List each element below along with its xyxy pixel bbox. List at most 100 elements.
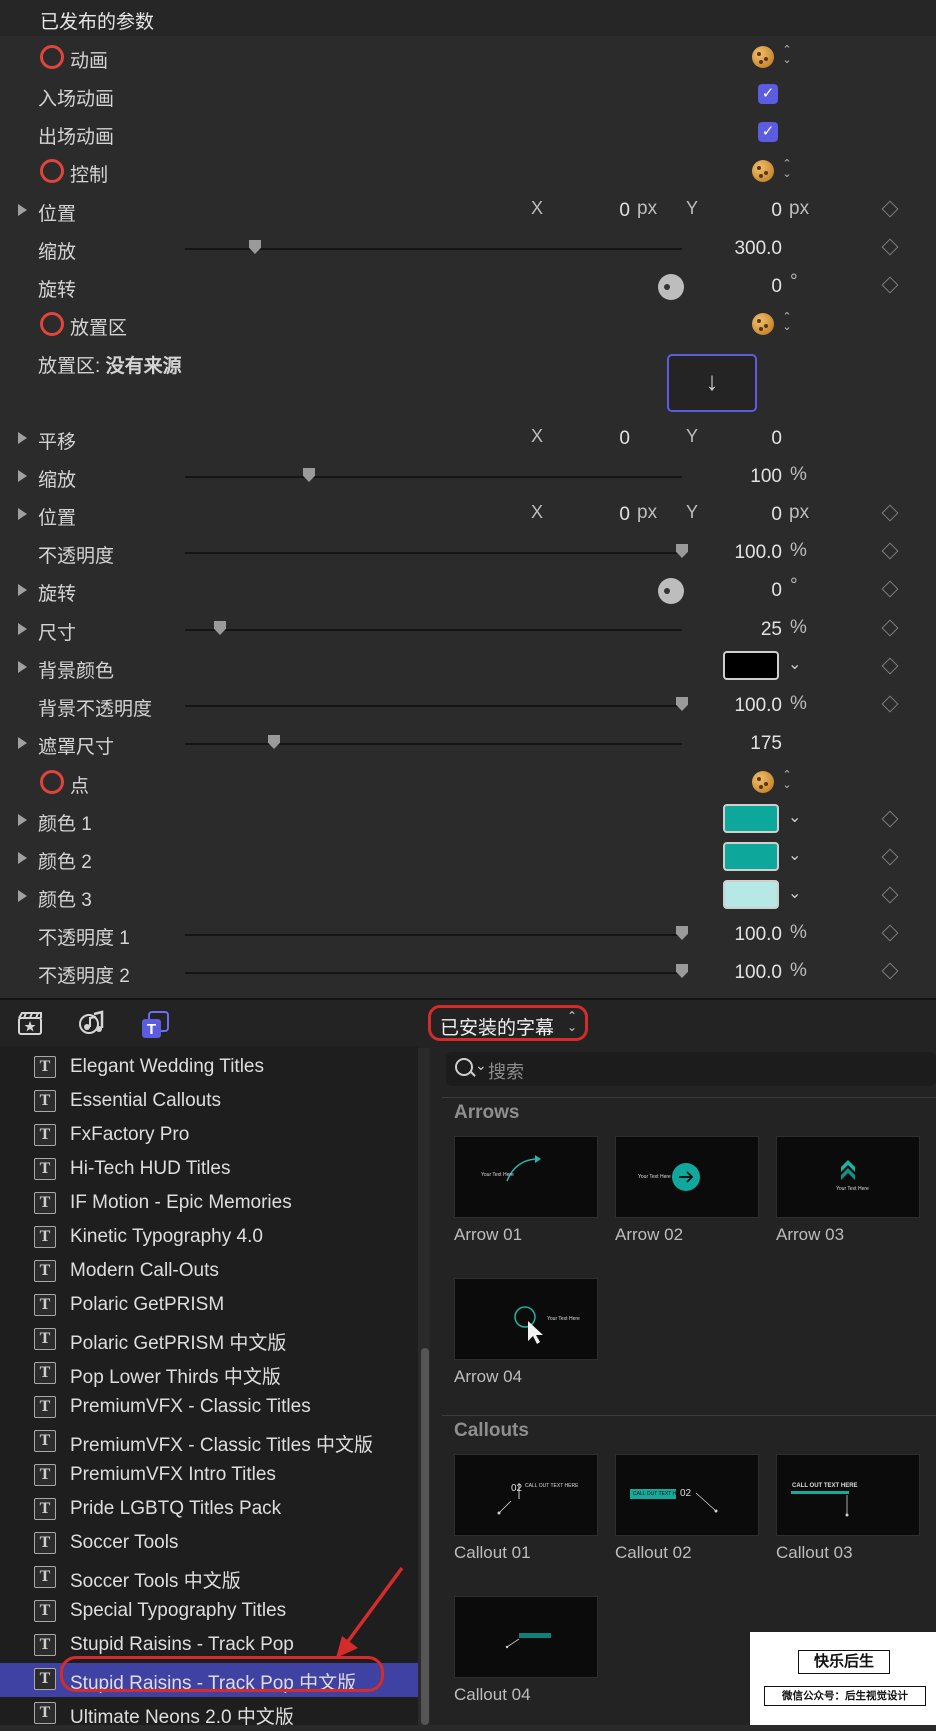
param-slider[interactable] [185, 468, 682, 482]
param-slider[interactable] [185, 240, 682, 254]
title-list-item[interactable]: T Polaric GetPRISM 中文版 [0, 1323, 418, 1357]
checkbox[interactable]: ✓ [758, 122, 778, 142]
disclosure-triangle-icon[interactable] [18, 890, 27, 902]
param-value[interactable]: 25 [680, 619, 782, 641]
rotation-dial-icon[interactable] [658, 578, 684, 604]
disclosure-triangle-icon[interactable] [18, 852, 27, 864]
titles-icon[interactable]: T [140, 1010, 169, 1038]
title-list-item[interactable]: T Polaric GetPRISM [0, 1289, 418, 1323]
chevron-down-icon[interactable]: ⌄ [788, 883, 801, 903]
title-list-item[interactable]: T Essential Callouts [0, 1085, 418, 1119]
thumbnail-callout-01[interactable]: 02 CALL OUT TEXT HERE [454, 1454, 598, 1536]
disclosure-triangle-icon[interactable] [18, 432, 27, 444]
thumbnail-arrow-01[interactable]: Your Text Here [454, 1136, 598, 1218]
title-list-item[interactable]: T PremiumVFX Intro Titles [0, 1459, 418, 1493]
title-list-item[interactable]: T Soccer Tools [0, 1527, 418, 1561]
thumbnail-callout-02[interactable]: CALL OUT TEXT HERE 02 [615, 1454, 759, 1536]
color-swatch[interactable] [723, 804, 779, 833]
thumbnail-callout-03[interactable]: CALL OUT TEXT HERE [776, 1454, 920, 1536]
disclosure-triangle-icon[interactable] [18, 470, 27, 482]
checkbox[interactable]: ✓ [758, 84, 778, 104]
param-value[interactable]: 300.0 [680, 238, 782, 260]
y-value[interactable]: 0 [742, 200, 782, 222]
param-value[interactable]: 100.0 [680, 924, 782, 946]
param-value[interactable]: 175 [680, 733, 782, 755]
disclosure-triangle-icon[interactable] [18, 814, 27, 826]
title-list-item[interactable]: T Ultimate Neons 2.0 中文版 [0, 1697, 418, 1731]
keyframe-diamond-icon[interactable] [881, 810, 899, 828]
thumbnail-callout-04[interactable] [454, 1596, 598, 1678]
title-list-item[interactable]: T Pride LGBTQ Titles Pack [0, 1493, 418, 1527]
color-swatch[interactable] [723, 880, 779, 909]
keyframe-diamond-icon[interactable] [881, 962, 899, 980]
title-list-item[interactable]: T PremiumVFX - Classic Titles 中文版 [0, 1425, 418, 1459]
keyframe-diamond-icon[interactable] [881, 200, 899, 218]
param-value[interactable]: 100.0 [680, 695, 782, 717]
x-value[interactable]: 0 [590, 504, 630, 526]
keyframe-diamond-icon[interactable] [881, 848, 899, 866]
slider-knob[interactable] [268, 735, 280, 749]
param-slider[interactable] [185, 926, 688, 940]
cookie-icon[interactable] [752, 771, 774, 793]
drop-well[interactable]: ↓ [667, 354, 757, 412]
chevron-down-icon[interactable]: ⌄ [788, 845, 801, 865]
disclosure-triangle-icon[interactable] [18, 508, 27, 520]
search-field[interactable]: ⌄ 搜索 [446, 1052, 936, 1086]
keyframe-diamond-icon[interactable] [881, 695, 899, 713]
thumbnail-arrow-03[interactable]: Your Text Here [776, 1136, 920, 1218]
param-slider[interactable] [185, 735, 682, 749]
title-list-item[interactable]: T Kinetic Typography 4.0 [0, 1221, 418, 1255]
keyframe-diamond-icon[interactable] [881, 580, 899, 598]
updown-chevron-icon[interactable]: ⌃ ⌄ [781, 159, 793, 181]
color-swatch[interactable] [723, 651, 779, 680]
param-slider[interactable] [185, 544, 688, 558]
param-slider[interactable] [185, 964, 688, 978]
title-list-item[interactable]: T Elegant Wedding Titles [0, 1051, 418, 1085]
title-list-item[interactable]: T Modern Call-Outs [0, 1255, 418, 1289]
keyframe-diamond-icon[interactable] [881, 619, 899, 637]
disclosure-triangle-icon[interactable] [18, 623, 27, 635]
updown-chevron-icon[interactable]: ⌃ ⌄ [781, 45, 793, 67]
keyframe-diamond-icon[interactable] [881, 504, 899, 522]
cookie-icon[interactable] [752, 46, 774, 68]
color-swatch[interactable] [723, 842, 779, 871]
y-value[interactable]: 0 [742, 504, 782, 526]
disclosure-triangle-icon[interactable] [18, 661, 27, 673]
disclosure-triangle-icon[interactable] [18, 204, 27, 216]
clapper-star-icon[interactable] [16, 1010, 44, 1038]
keyframe-diamond-icon[interactable] [881, 276, 899, 294]
list-scrollbar[interactable] [421, 1348, 429, 1725]
y-value[interactable]: 0 [742, 428, 782, 450]
title-list-item[interactable]: T Pop Lower Thirds 中文版 [0, 1357, 418, 1391]
title-list-item[interactable]: T Hi-Tech HUD Titles [0, 1153, 418, 1187]
keyframe-diamond-icon[interactable] [881, 924, 899, 942]
installed-titles-popup[interactable]: 已安装的字幕 ⌃ ⌄ [428, 1005, 588, 1041]
slider-knob[interactable] [303, 468, 315, 482]
rotation-dial-icon[interactable] [658, 274, 684, 300]
cookie-icon[interactable] [752, 313, 774, 335]
disclosure-triangle-icon[interactable] [18, 584, 27, 596]
param-slider[interactable] [185, 697, 688, 711]
title-list-item[interactable]: T PremiumVFX - Classic Titles [0, 1391, 418, 1425]
chevron-down-icon[interactable]: ⌄ [788, 807, 801, 827]
param-value[interactable]: 0 [740, 580, 782, 602]
thumbnail-arrow-04[interactable]: Your Text Here [454, 1278, 598, 1360]
title-list-item[interactable]: T FxFactory Pro [0, 1119, 418, 1153]
cookie-icon[interactable] [752, 160, 774, 182]
param-value[interactable]: 100.0 [680, 542, 782, 564]
chevron-down-icon[interactable]: ⌄ [788, 654, 801, 674]
slider-knob[interactable] [214, 621, 226, 635]
disclosure-triangle-icon[interactable] [18, 737, 27, 749]
param-slider[interactable] [185, 621, 682, 635]
keyframe-diamond-icon[interactable] [881, 657, 899, 675]
updown-chevron-icon[interactable]: ⌃ ⌄ [781, 770, 793, 792]
title-list-item[interactable]: T IF Motion - Epic Memories [0, 1187, 418, 1221]
param-value[interactable]: 100 [680, 466, 782, 488]
keyframe-diamond-icon[interactable] [881, 238, 899, 256]
keyframe-diamond-icon[interactable] [881, 542, 899, 560]
x-value[interactable]: 0 [590, 428, 630, 450]
updown-chevron-icon[interactable]: ⌃ ⌄ [781, 312, 793, 334]
thumbnail-arrow-02[interactable]: Your Text Here [615, 1136, 759, 1218]
param-value[interactable]: 0 [740, 276, 782, 298]
keyframe-diamond-icon[interactable] [881, 886, 899, 904]
